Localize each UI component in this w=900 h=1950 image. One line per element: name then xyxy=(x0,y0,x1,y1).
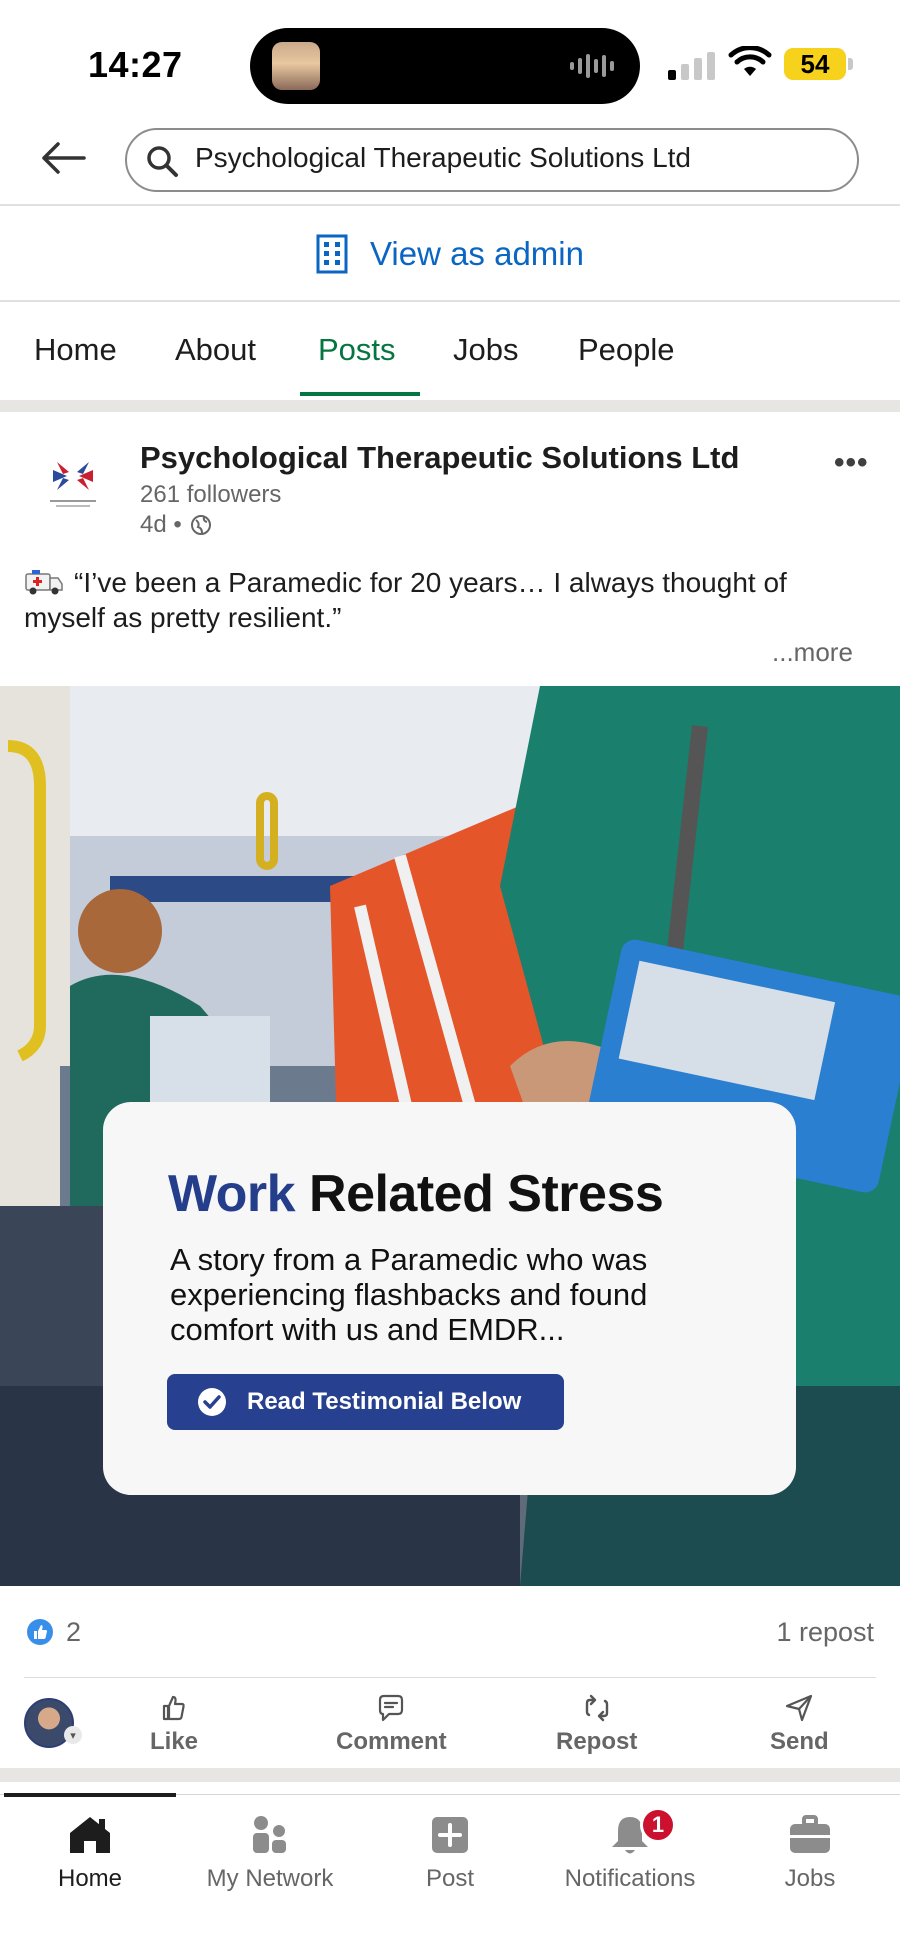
send-icon xyxy=(786,1694,813,1722)
nav-notifications-label: Notifications xyxy=(564,1865,696,1892)
nav-my-network[interactable]: My Network xyxy=(180,1811,360,1893)
testimonial-card: Work Related Stress A story from a Param… xyxy=(103,1102,796,1495)
repost-button[interactable]: Repost xyxy=(556,1692,637,1756)
repost-count[interactable]: 1 repost xyxy=(776,1617,874,1648)
view-as-admin-button[interactable]: View as admin xyxy=(0,208,900,302)
section-divider xyxy=(0,400,900,412)
check-circle-icon xyxy=(198,1388,226,1416)
like-reaction-icon[interactable] xyxy=(26,1618,54,1646)
post-meta: 4d • xyxy=(140,511,212,539)
nav-active-indicator xyxy=(4,1793,176,1797)
social-counts: 2 1 repost xyxy=(0,1586,900,1676)
follower-count: 261 followers xyxy=(140,481,282,508)
battery-indicator: 54 xyxy=(784,48,846,80)
repost-icon xyxy=(585,1694,608,1722)
view-as-admin-label: View as admin xyxy=(369,235,584,272)
card-body: A story from a Paramedic who was experie… xyxy=(170,1242,648,1347)
card-title-accent: Work xyxy=(168,1165,296,1223)
search-input[interactable]: Psychological Therapeutic Solutions Ltd xyxy=(125,128,859,192)
post-overflow-menu-icon[interactable]: ••• xyxy=(834,446,869,480)
send-button[interactable]: Send xyxy=(770,1692,829,1756)
nav-my-network-label: My Network xyxy=(206,1865,334,1892)
like-button[interactable]: Like xyxy=(150,1692,198,1756)
search-query: Psychological Therapeutic Solutions Ltd xyxy=(195,142,692,173)
tab-people[interactable]: People xyxy=(578,332,675,368)
status-bar: 14:27 54 xyxy=(0,0,900,120)
nav-home-label: Home xyxy=(57,1865,123,1892)
cellular-signal-icon xyxy=(668,50,715,80)
send-label: Send xyxy=(770,1728,829,1755)
read-testimonial-banner: Read Testimonial Below xyxy=(167,1374,564,1430)
search-header: Psychological Therapeutic Solutions Ltd xyxy=(0,120,900,206)
like-label: Like xyxy=(150,1728,199,1755)
chevron-down-icon[interactable]: ▾ xyxy=(64,1726,82,1744)
dynamic-island[interactable] xyxy=(250,28,640,104)
people-icon xyxy=(253,1816,286,1853)
nav-post-label: Post xyxy=(425,1865,475,1892)
home-icon xyxy=(70,1817,110,1853)
tab-about[interactable]: About xyxy=(175,332,256,368)
ambulance-icon xyxy=(25,570,63,595)
repost-label: Repost xyxy=(556,1728,638,1755)
battery-tip xyxy=(848,58,853,70)
search-icon xyxy=(147,146,178,177)
comment-icon xyxy=(379,1694,404,1722)
card-title-rest: Related Stress xyxy=(295,1165,664,1223)
tab-home[interactable]: Home xyxy=(34,332,117,368)
read-testimonial-label: Read Testimonial Below xyxy=(247,1388,522,1415)
thumbs-up-icon xyxy=(162,1695,185,1721)
bottom-navigation: Home My Network Post 1 Notifications Job… xyxy=(0,1793,900,1950)
tab-jobs[interactable]: Jobs xyxy=(453,332,518,368)
post-text: “I’ve been a Paramedic for 20 years… I a… xyxy=(24,567,787,633)
building-icon xyxy=(316,234,348,274)
nav-post[interactable]: Post xyxy=(360,1811,540,1893)
add-post-icon xyxy=(432,1817,468,1853)
like-count[interactable]: 2 xyxy=(66,1617,81,1648)
tab-active-indicator xyxy=(300,392,420,396)
briefcase-icon xyxy=(790,1815,830,1853)
post-action-bar: ▾ Like Comment Repost Send xyxy=(0,1680,900,1770)
tab-posts[interactable]: Posts xyxy=(318,332,396,368)
comment-button[interactable]: Comment xyxy=(336,1692,447,1756)
post-age: 4d • xyxy=(140,511,182,538)
back-arrow-icon[interactable] xyxy=(38,138,88,178)
post-author-name[interactable]: Psychological Therapeutic Solutions Ltd xyxy=(140,440,739,476)
notification-badge: 1 xyxy=(640,1807,676,1843)
company-tabs: Home About Posts Jobs People xyxy=(0,304,900,400)
section-divider xyxy=(0,1768,900,1782)
nav-notifications[interactable]: 1 Notifications xyxy=(540,1807,720,1893)
nav-jobs-label: Jobs xyxy=(784,1865,836,1892)
comment-label: Comment xyxy=(336,1728,447,1755)
status-time: 14:27 xyxy=(88,44,183,85)
post-body: “I’ve been a Paramedic for 20 years… I a… xyxy=(24,565,874,635)
card-title: Work Related Stress xyxy=(168,1164,664,1224)
company-logo[interactable] xyxy=(36,446,110,520)
divider xyxy=(24,1677,876,1678)
now-playing-thumbnail xyxy=(272,42,320,90)
see-more-link[interactable]: ...more xyxy=(772,637,853,668)
post-image[interactable]: Work Related Stress A story from a Param… xyxy=(0,686,900,1586)
nav-home[interactable]: Home xyxy=(0,1811,180,1893)
globe-icon xyxy=(190,515,211,535)
audio-wave-icon xyxy=(570,52,614,80)
nav-jobs[interactable]: Jobs xyxy=(720,1811,900,1893)
wifi-icon xyxy=(728,46,772,76)
